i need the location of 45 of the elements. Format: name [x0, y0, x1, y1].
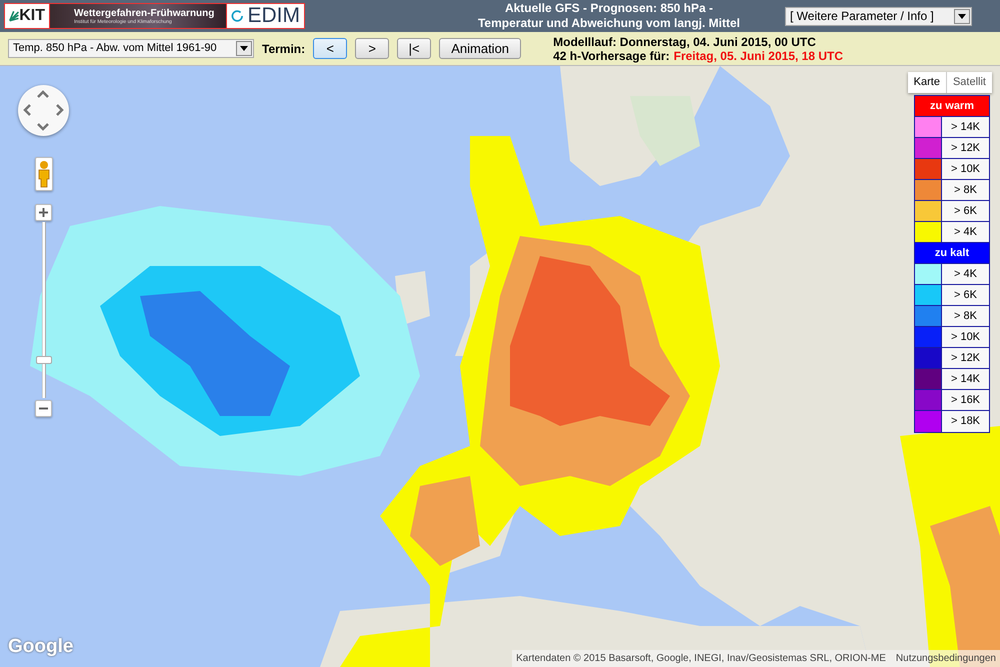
parameter-dropdown[interactable]: Temp. 850 hPa - Abw. vom Mittel 1961-90	[8, 39, 254, 58]
forecast-label: 42 h-Vorhersage für:	[553, 48, 670, 62]
attribution-text: Kartendaten © 2015 Basarsoft, Google, INEGI, Inav/Geosistemas SRL, ORION-ME	[516, 652, 886, 666]
legend-label: > 8K	[942, 180, 989, 200]
legend-label: > 4K	[942, 222, 989, 242]
legend-label: > 14K	[942, 369, 989, 389]
legend-label: > 18K	[942, 411, 989, 432]
info-dropdown[interactable]: [ Weitere Parameter / Info ]	[785, 6, 972, 26]
nav-button[interactable]: |<	[397, 38, 432, 59]
legend-label: > 8K	[942, 306, 989, 326]
zoom-in-button[interactable]	[35, 204, 52, 221]
legend-label: > 12K	[942, 138, 989, 158]
google-logo: Google	[8, 634, 74, 658]
model-run-text: Modelllauf: Donnerstag, 04. Juni 2015, 00 UTC	[553, 34, 817, 48]
pegman-control[interactable]	[35, 157, 53, 191]
nav-button[interactable]: Animation	[439, 38, 522, 59]
cedim-logo-text: EDIM	[248, 4, 300, 28]
kit-logo-text: KIT	[19, 6, 45, 26]
legend-label: > 6K	[942, 285, 989, 305]
forecast-time: Freitag, 05. Juni 2015, 18 UTC	[674, 48, 844, 62]
nav-button[interactable]: >	[355, 38, 390, 59]
legend-label: > 12K	[942, 348, 989, 368]
legend-heading: zu kalt	[915, 243, 989, 264]
page-title: Temperatur und Abweichung vom langj. Mittel	[476, 16, 741, 31]
legend-label: > 4K	[942, 264, 989, 284]
legend-label: > 6K	[942, 201, 989, 221]
legend-label: > 10K	[942, 159, 989, 179]
person-icon	[38, 160, 50, 188]
map-type-tab[interactable]: Satellit	[946, 72, 992, 92]
legend-label: > 10K	[942, 327, 989, 347]
terms-link[interactable]: Nutzungsbedingungen	[896, 651, 996, 666]
legend-heading: zu warm	[915, 96, 989, 117]
nav-button[interactable]: <	[313, 38, 348, 59]
caret-icon	[240, 46, 248, 51]
plus-icon	[39, 208, 48, 217]
zoom-slider-thumb[interactable]	[36, 356, 52, 364]
map-type-tab[interactable]: Karte	[908, 72, 946, 92]
page-title: Aktuelle GFS - Prognosen: 850 hPa -	[504, 1, 714, 16]
legend-label: > 14K	[942, 117, 989, 137]
caret-icon	[958, 14, 966, 18]
legend-label: > 16K	[942, 390, 989, 410]
termin-label: Termin:	[262, 42, 306, 56]
fan-icon	[9, 9, 20, 23]
zoom-out-button[interactable]	[35, 400, 52, 417]
banner-title: Wettergefahren-Frühwarnung	[74, 8, 216, 18]
